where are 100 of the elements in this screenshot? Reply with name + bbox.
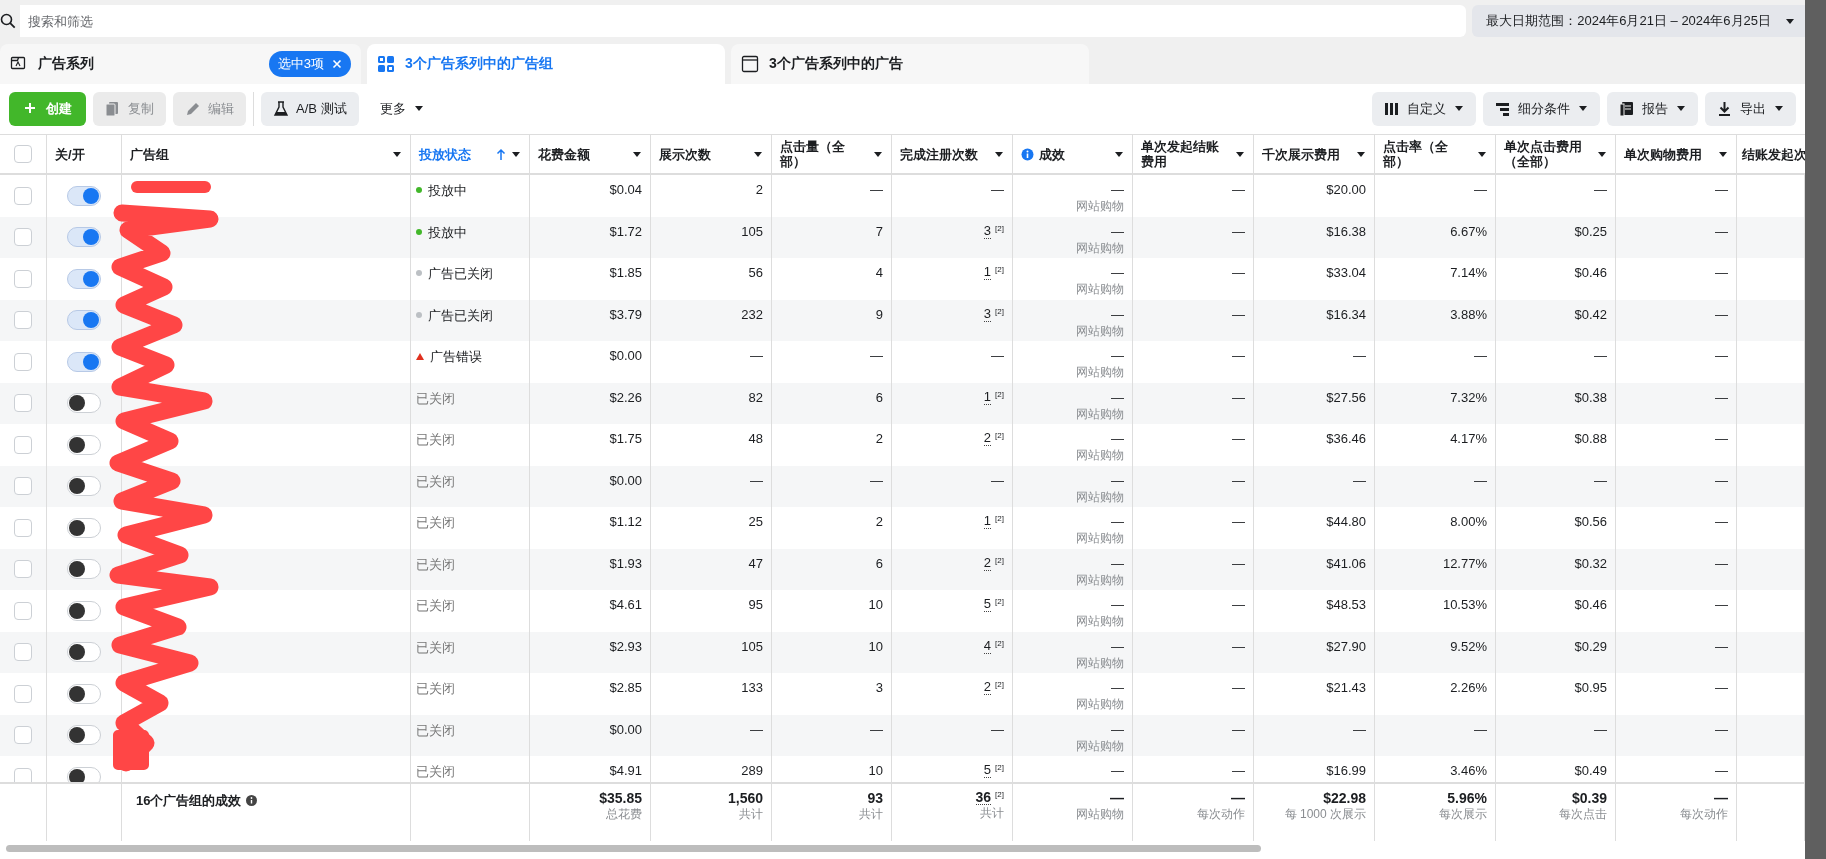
- column-header[interactable]: 投放状态: [411, 135, 530, 173]
- column-header[interactable]: 展示次数: [651, 135, 772, 173]
- checkbox[interactable]: [14, 145, 32, 163]
- tab[interactable]: 3个广告系列中的广告组: [367, 44, 725, 84]
- caret-icon: [511, 150, 521, 158]
- table-cell: 6: [875, 555, 883, 572]
- toggle-switch[interactable]: [67, 559, 101, 580]
- toolbar-button[interactable]: A/B 测试: [261, 91, 359, 126]
- table-cell: —: [1474, 472, 1487, 489]
- table-cell: —: [1232, 638, 1245, 655]
- toolbar-button[interactable]: 细分条件: [1483, 91, 1600, 126]
- toolbar-button[interactable]: 自定义: [1372, 91, 1476, 126]
- table-cell: —: [991, 472, 1004, 489]
- checkbox[interactable]: [14, 767, 32, 782]
- column-header[interactable]: 关/开: [47, 135, 122, 173]
- table-cell: 2: [755, 182, 763, 198]
- horizontal-scrollbar[interactable]: [6, 845, 1261, 852]
- table-cell: —: [1111, 472, 1124, 489]
- column-header[interactable]: 单次点击费用（全部）: [1496, 135, 1616, 173]
- table-cell: —: [1232, 514, 1245, 530]
- table-cell: —: [1232, 721, 1245, 738]
- table-cell: —: [1232, 555, 1245, 572]
- toggle-switch[interactable]: [67, 766, 101, 782]
- checkbox[interactable]: [14, 601, 32, 620]
- table-cell: 6.67%: [1450, 223, 1487, 240]
- column-header[interactable]: 完成注册次数: [892, 135, 1013, 173]
- toolbar-button[interactable]: 报告: [1607, 91, 1698, 126]
- cell-caption: 网站购物: [1076, 364, 1124, 380]
- table-cell: —: [991, 348, 1004, 364]
- table-cell: $41.06: [1326, 555, 1366, 572]
- toolbar-button[interactable]: 更多: [365, 91, 434, 126]
- table-cell: —: [870, 472, 883, 489]
- table-cell: —: [1111, 182, 1124, 198]
- column-header[interactable]: 单次购物费用: [1616, 135, 1737, 173]
- table-cell: 4: [983, 638, 992, 654]
- table-cell: —: [1111, 680, 1124, 696]
- column-header[interactable]: 单次发起结账费用: [1133, 135, 1254, 173]
- tab[interactable]: 3个广告系列中的广告: [731, 44, 1089, 84]
- table-cell: 289: [741, 763, 763, 779]
- toggle-switch[interactable]: [67, 393, 101, 414]
- checkbox[interactable]: [14, 643, 32, 662]
- toggle-switch[interactable]: [67, 310, 101, 331]
- column-header[interactable]: 成效: [1013, 135, 1133, 173]
- table-cell: —: [1232, 431, 1245, 447]
- checkbox[interactable]: [14, 726, 32, 745]
- checkbox[interactable]: [14, 560, 32, 579]
- cell-caption: 网站购物: [1076, 488, 1124, 505]
- selection-badge[interactable]: 选中3项: [268, 51, 351, 77]
- checkbox[interactable]: [14, 518, 32, 537]
- checkbox[interactable]: [14, 684, 32, 703]
- toggle-switch[interactable]: [67, 642, 101, 663]
- checkbox[interactable]: [14, 269, 32, 288]
- toggle-switch[interactable]: [67, 185, 101, 206]
- table-cell: 36: [975, 790, 992, 805]
- table-cell: 1: [983, 265, 992, 280]
- table-cell: 95: [748, 597, 763, 613]
- toolbar-button[interactable]: 导出: [1705, 91, 1796, 126]
- checkbox[interactable]: [14, 352, 32, 371]
- column-header[interactable]: 点击量（全部）: [772, 135, 892, 173]
- column-header[interactable]: 广告组: [122, 135, 411, 173]
- table-cell: —: [1715, 306, 1728, 323]
- caret-icon: [1235, 150, 1245, 158]
- toggle-switch[interactable]: [67, 227, 101, 248]
- table-cell: —: [870, 182, 883, 198]
- toggle-switch[interactable]: [67, 268, 101, 289]
- checkbox[interactable]: [14, 477, 32, 496]
- toggle-switch[interactable]: [67, 476, 101, 497]
- table-cell: —: [1594, 348, 1607, 364]
- caret-icon: [1785, 17, 1795, 25]
- column-header[interactable]: 花费金额: [530, 135, 651, 173]
- checkbox[interactable]: [14, 228, 32, 247]
- toggle-switch[interactable]: [67, 517, 101, 538]
- toggle-switch[interactable]: [67, 725, 101, 746]
- search-field[interactable]: 搜索和筛选: [20, 5, 1467, 37]
- column-header[interactable]: 千次展示费用: [1254, 135, 1375, 173]
- table-cell: 48: [748, 431, 763, 447]
- table-cell: 232: [741, 306, 763, 323]
- table-cell: —: [1111, 638, 1124, 655]
- date-range-button[interactable]: 最大日期范围：2024年6月21日 – 2024年6月25日: [1472, 5, 1805, 37]
- table-cell: $0.32: [1574, 555, 1607, 572]
- table-cell: $0.29: [1574, 638, 1607, 655]
- footnote-mark: [2]: [995, 265, 1004, 275]
- table-cell: —: [1594, 721, 1607, 738]
- tab[interactable]: 广告系列 选中3项: [0, 44, 361, 84]
- caret-icon: [1356, 150, 1366, 158]
- checkbox[interactable]: [14, 186, 32, 205]
- checkbox[interactable]: [14, 311, 32, 330]
- footnote-mark: [2]: [995, 223, 1004, 234]
- checkbox[interactable]: [14, 435, 32, 454]
- toggle-switch[interactable]: [67, 434, 101, 455]
- toggle-switch[interactable]: [67, 600, 101, 621]
- table-cell: 10: [868, 763, 883, 779]
- column-header[interactable]: 点击率（全部）: [1375, 135, 1496, 173]
- table-cell: 10: [868, 638, 883, 655]
- toggle-switch[interactable]: [67, 683, 101, 704]
- checkbox[interactable]: [14, 394, 32, 413]
- table-cell: $0.00: [609, 721, 642, 738]
- table-cell: 2: [983, 555, 992, 571]
- cell-caption: 网站购物: [1076, 613, 1124, 629]
- toggle-switch[interactable]: [67, 351, 101, 372]
